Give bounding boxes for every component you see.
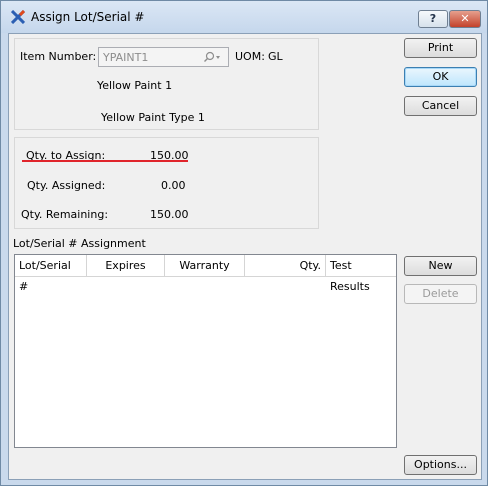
table-header: Lot/Serial # Expires Warranty Qty. Test … — [15, 255, 396, 293]
help-button[interactable]: ? — [418, 10, 448, 28]
uom-label: UOM: — [235, 50, 265, 63]
qty-assigned-label: Qty. Assigned: — [27, 179, 106, 192]
close-button[interactable]: ✕ — [449, 10, 481, 28]
app-x-icon — [11, 10, 25, 24]
title-bar[interactable]: Assign Lot/Serial # ? ✕ — [1, 1, 487, 33]
item-number-field[interactable]: YPAINT1 — [98, 47, 229, 67]
column-test-results[interactable]: Test Results — [326, 255, 396, 293]
column-qty[interactable]: Qty. — [245, 255, 326, 276]
column-expires[interactable]: Expires — [87, 255, 165, 276]
delete-button[interactable]: Delete — [404, 284, 477, 304]
item-description-2: Yellow Paint Type 1 — [101, 111, 205, 124]
window-title: Assign Lot/Serial # — [31, 10, 145, 24]
qty-remaining-value: 150.00 — [150, 208, 189, 221]
options-button[interactable]: Options... — [404, 455, 477, 475]
item-number-value: YPAINT1 — [103, 51, 149, 64]
print-button[interactable]: Print — [404, 38, 477, 58]
assignment-section-label: Lot/Serial # Assignment — [13, 237, 146, 250]
help-icon: ? — [429, 12, 437, 25]
item-group: Item Number: YPAINT1 UOM: GL Yellow Pain… — [14, 38, 319, 130]
assignment-table[interactable]: Lot/Serial # Expires Warranty Qty. Test … — [14, 254, 397, 448]
item-number-label: Item Number: — [20, 50, 97, 63]
close-icon: ✕ — [460, 12, 470, 25]
dialog-body: Item Number: YPAINT1 UOM: GL Yellow Pain… — [8, 33, 482, 480]
quantities-group: Qty. to Assign: 150.00 Qty. Assigned: 0.… — [14, 137, 319, 229]
ok-button[interactable]: OK — [404, 67, 477, 87]
column-lot-serial[interactable]: Lot/Serial # — [15, 255, 87, 293]
search-dropdown-icon[interactable] — [202, 51, 222, 63]
new-button[interactable]: New — [404, 256, 477, 276]
uom-value: GL — [268, 50, 283, 63]
cancel-button[interactable]: Cancel — [404, 96, 477, 116]
assign-lot-serial-dialog: Assign Lot/Serial # ? ✕ Item Number: YPA… — [0, 0, 488, 486]
highlight-underline — [22, 160, 188, 162]
item-description: Yellow Paint 1 — [97, 79, 173, 92]
column-warranty[interactable]: Warranty — [165, 255, 245, 276]
qty-assigned-value: 0.00 — [161, 179, 186, 192]
qty-remaining-label: Qty. Remaining: — [21, 208, 109, 221]
